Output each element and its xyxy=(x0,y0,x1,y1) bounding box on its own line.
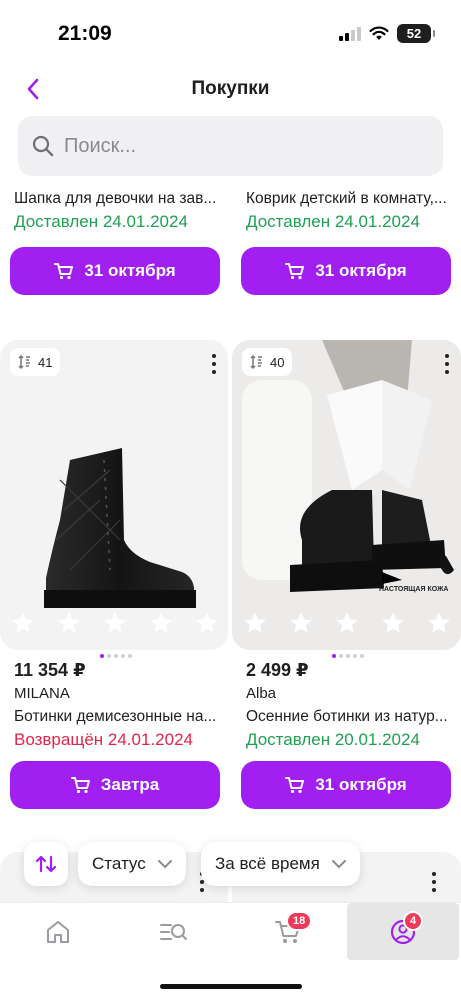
star-icon[interactable] xyxy=(102,610,128,636)
product-image[interactable]: НАСТОЯЩАЯ КОЖА 40 xyxy=(232,340,461,650)
search-icon xyxy=(32,135,54,157)
chevron-down-icon xyxy=(157,859,172,868)
status-time: 21:09 xyxy=(58,22,112,45)
status-filter[interactable]: Статус xyxy=(78,842,186,886)
period-filter-label: За всё время xyxy=(215,854,320,873)
nav-home[interactable] xyxy=(0,903,115,960)
size-icon xyxy=(18,355,30,369)
product-title: Шапка для девочки на зав... xyxy=(14,190,217,207)
product-title: Ботинки демисезонные на... xyxy=(14,708,217,725)
status-filter-label: Статус xyxy=(92,854,146,873)
nav-catalog[interactable] xyxy=(115,903,230,960)
status-icons: 52 xyxy=(339,24,435,43)
image-pager xyxy=(100,654,132,658)
star-icon[interactable] xyxy=(426,610,452,636)
cart-icon xyxy=(285,263,305,280)
buy-again-button[interactable]: 31 октября xyxy=(241,247,451,295)
signal-icon xyxy=(339,26,361,41)
size-icon xyxy=(250,355,262,369)
size-badge: 40 xyxy=(242,348,293,376)
delivery-status: Доставлен 24.01.2024 xyxy=(246,212,420,231)
size-badge: 41 xyxy=(10,348,61,376)
period-filter[interactable]: За всё время xyxy=(201,842,360,886)
buy-again-button[interactable]: Завтра xyxy=(10,761,220,809)
product-title: Осенние ботинки из натур... xyxy=(246,708,448,725)
cart-icon xyxy=(54,263,74,280)
rating-stars[interactable] xyxy=(10,610,220,636)
star-icon[interactable] xyxy=(10,610,36,636)
search-placeholder: Поиск... xyxy=(64,134,137,157)
delivery-status: Доставлен 24.01.2024 xyxy=(14,212,188,231)
order-card-info[interactable]: 11 354 ₽ MILANA Ботинки демисезонные на.… xyxy=(0,660,230,750)
delivery-status: Доставлен 20.01.2024 xyxy=(246,730,420,749)
status-bar: 21:09 52 xyxy=(0,0,461,66)
buy-again-button[interactable]: 31 октября xyxy=(10,247,220,295)
wifi-icon xyxy=(369,26,389,40)
cart-icon xyxy=(70,777,90,794)
order-card[interactable]: Коврик детский в комнату,... Доставлен 2… xyxy=(231,190,461,232)
header: Покупки xyxy=(0,66,461,112)
star-icon[interactable] xyxy=(56,610,82,636)
more-icon[interactable] xyxy=(445,354,449,374)
size-value: 41 xyxy=(38,354,53,370)
product-title: Коврик детский в комнату,... xyxy=(246,190,447,207)
boot-image xyxy=(44,448,196,608)
product-image[interactable]: 41 xyxy=(0,340,228,650)
image-pager xyxy=(332,654,364,658)
star-icon[interactable] xyxy=(242,610,268,636)
cart-icon xyxy=(285,777,305,794)
delivery-status: Возвращён 24.01.2024 xyxy=(14,730,193,749)
button-label: Завтра xyxy=(100,775,160,794)
battery-icon: 52 xyxy=(397,24,435,43)
page-title: Покупки xyxy=(191,78,270,99)
product-brand: Alba xyxy=(246,685,277,702)
catalog-search-icon xyxy=(159,923,187,940)
star-icon[interactable] xyxy=(288,610,314,636)
star-icon[interactable] xyxy=(334,610,360,636)
leather-label: НАСТОЯЩАЯ КОЖА xyxy=(379,586,449,593)
star-icon[interactable] xyxy=(194,610,220,636)
more-icon[interactable] xyxy=(212,354,216,374)
size-value: 40 xyxy=(270,354,285,370)
star-icon[interactable] xyxy=(148,610,174,636)
nav-profile[interactable]: 4 xyxy=(347,903,459,960)
sort-button[interactable] xyxy=(24,842,68,886)
order-card[interactable]: Шапка для девочки на зав... Доставлен 24… xyxy=(0,190,230,232)
sort-icon xyxy=(35,855,57,873)
rating-stars[interactable] xyxy=(242,610,452,636)
product-price: 2 499 ₽ xyxy=(246,660,309,680)
product-brand: MILANA xyxy=(14,685,70,702)
star-icon[interactable] xyxy=(380,610,406,636)
boots-photo xyxy=(232,340,461,650)
chevron-down-icon xyxy=(331,859,346,868)
button-label: 31 октября xyxy=(315,775,407,794)
profile-badge: 4 xyxy=(403,911,424,931)
button-label: 31 октября xyxy=(84,261,176,280)
filter-bar: Статус За всё время xyxy=(0,838,461,890)
nav-cart[interactable]: 18 xyxy=(230,903,345,960)
order-card-info[interactable]: 2 499 ₽ Alba Осенние ботинки из натур...… xyxy=(231,660,461,750)
buy-again-button[interactable]: 31 октября xyxy=(241,761,451,809)
button-label: 31 октября xyxy=(315,261,407,280)
home-icon xyxy=(46,920,69,943)
product-price: 11 354 ₽ xyxy=(14,660,86,680)
home-indicator xyxy=(160,984,302,989)
search-input[interactable]: Поиск... xyxy=(18,116,443,176)
cart-badge: 18 xyxy=(286,911,313,931)
